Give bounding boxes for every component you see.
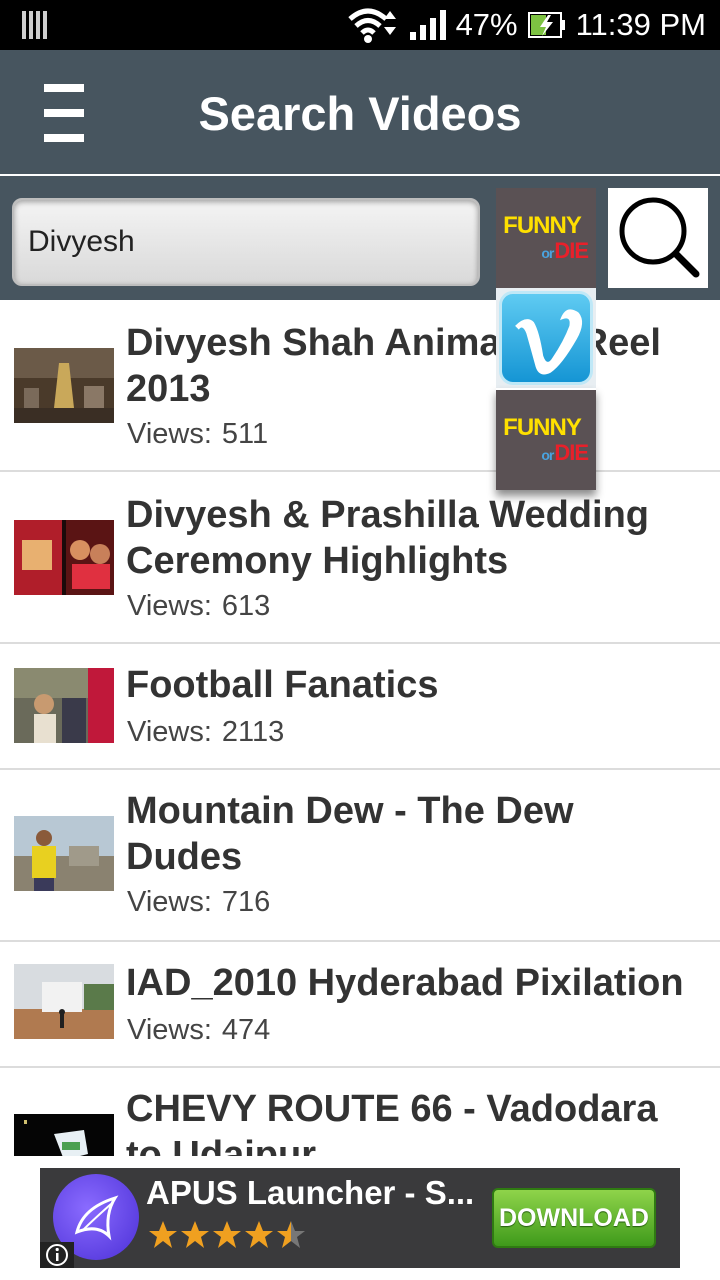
views-label: Views: — [127, 1014, 212, 1046]
views-count: 716 — [221, 886, 271, 918]
views-count: 474 — [221, 1014, 271, 1046]
list-item[interactable]: IAD_2010 Hyderabad Pixilation Views: 474 — [0, 942, 720, 1068]
source-option-vimeo[interactable] — [496, 288, 596, 388]
clock: 11:39 PM — [575, 7, 706, 42]
status-bar: 47% 11:39 PM — [0, 0, 720, 50]
search-input[interactable] — [12, 198, 480, 286]
views-count: 2113 — [221, 716, 285, 748]
source-option-funnyordie[interactable]: FUNNY orDIE — [496, 188, 596, 288]
search-button[interactable] — [608, 188, 708, 288]
list-item[interactable]: CHEVY ROUTE 66 - Vadodara to Udaipur — [0, 1068, 720, 1156]
fod-logo-line1: FUNNY — [503, 414, 582, 441]
fod-logo-line2: orDIE — [541, 238, 589, 263]
video-thumbnail — [14, 520, 114, 595]
video-views: Views: 716 — [127, 886, 270, 919]
video-thumbnail — [14, 1114, 114, 1156]
list-item[interactable]: Football Fanatics Views: 2113 — [0, 644, 720, 770]
wifi-icon — [347, 8, 396, 43]
battery-charging-icon — [527, 12, 565, 38]
views-count: 511 — [221, 418, 269, 450]
video-views: Views: 511 — [127, 418, 268, 451]
fod-logo-line2: orDIE — [541, 440, 589, 465]
video-title: Divyesh & Prashilla Wedding Ceremony Hig… — [126, 494, 650, 582]
app-header: Search Videos — [0, 50, 720, 174]
video-views: Views: 474 — [127, 1014, 270, 1047]
ad-banner[interactable]: APUS Launcher - S... DOWNLOAD — [40, 1168, 680, 1268]
views-label: Views: — [127, 886, 212, 918]
video-title: Divyesh Shah Animation Reel 2013 — [126, 322, 661, 410]
vimeo-icon — [499, 291, 593, 385]
battery-percent: 47% — [455, 7, 518, 42]
video-views: Views: 2113 — [127, 716, 284, 749]
sim-icon — [22, 11, 48, 39]
download-button[interactable]: DOWNLOAD — [492, 1188, 656, 1248]
info-icon[interactable] — [40, 1242, 74, 1268]
video-thumbnail — [14, 816, 114, 891]
video-views: Views: 613 — [127, 590, 270, 623]
ad-title: APUS Launcher - S... — [146, 1174, 475, 1211]
views-label: Views: — [127, 590, 212, 622]
signal-icon — [409, 10, 446, 40]
video-list: Divyesh Shah Animation Reel 2013 Views: 5… — [0, 300, 720, 1156]
views-count: 613 — [221, 590, 271, 622]
search-bar — [0, 176, 720, 300]
video-title: Football Fanatics — [126, 664, 439, 706]
page-title: Search Videos — [198, 87, 522, 140]
list-item[interactable]: Mountain Dew - The Dew Dudes Views: 716 — [0, 770, 720, 942]
search-icon — [619, 197, 700, 278]
list-item[interactable]: Divyesh Shah Animation Reel 2013 Views: 5… — [0, 300, 720, 472]
video-thumbnail — [14, 964, 114, 1039]
video-title: IAD_2010 Hyderabad Pixilation — [126, 962, 684, 1004]
video-title: Mountain Dew - The Dew Dudes — [126, 790, 574, 878]
views-label: Views: — [127, 716, 212, 748]
source-option-funnyordie[interactable]: FUNNY orDIE — [496, 390, 596, 490]
fod-logo-line1: FUNNY — [503, 212, 582, 239]
rating-stars — [149, 1221, 305, 1248]
views-label: Views: — [127, 418, 212, 450]
video-thumbnail — [14, 348, 114, 423]
video-thumbnail — [14, 668, 114, 743]
list-item[interactable]: Divyesh & Prashilla Wedding Ceremony Hig… — [0, 472, 720, 644]
video-title: CHEVY ROUTE 66 - Vadodara to Udaipur — [126, 1088, 658, 1156]
